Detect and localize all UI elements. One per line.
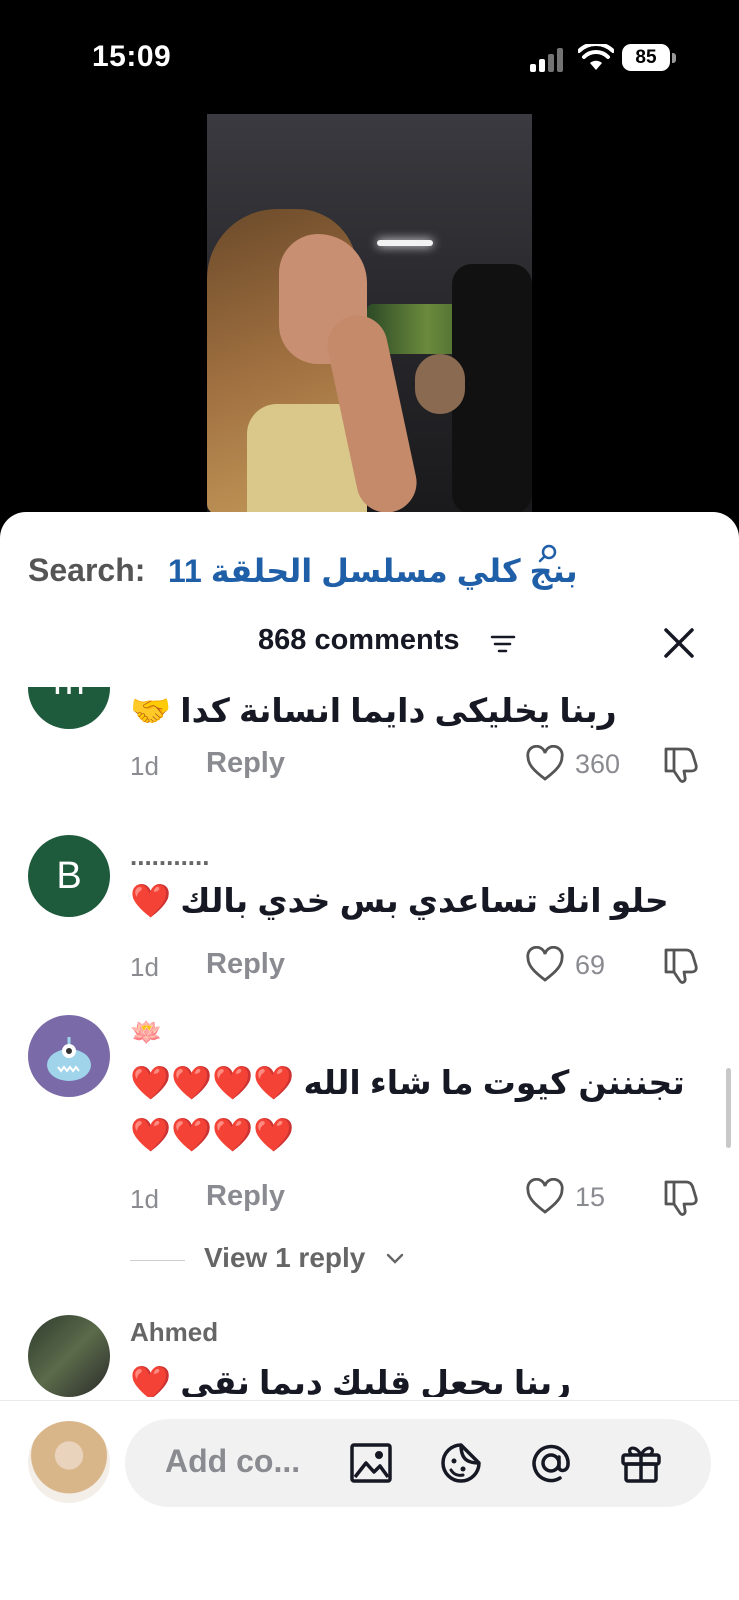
comment-meta: 1d Reply 15	[130, 1178, 710, 1220]
status-time: 15:09	[92, 40, 172, 73]
wifi-icon	[578, 44, 614, 70]
comment-input[interactable]: Add co...	[125, 1419, 711, 1507]
video-frame-light	[377, 240, 433, 246]
like-count: 69	[575, 950, 606, 980]
scrollbar[interactable]	[726, 1068, 731, 1148]
comment-composer: Add co...	[0, 1400, 739, 1600]
emoji-icon[interactable]	[437, 1439, 485, 1487]
close-icon[interactable]	[662, 626, 696, 660]
dislike-icon[interactable]	[660, 1174, 702, 1218]
avatar[interactable]: B	[28, 835, 110, 917]
search-icon	[538, 544, 557, 563]
current-user-avatar[interactable]	[28, 1421, 110, 1503]
gift-icon[interactable]	[617, 1439, 665, 1487]
view-replies-label: View 1 reply	[204, 1242, 366, 1273]
heart-icon[interactable]	[525, 745, 565, 783]
like-count: 360	[575, 749, 621, 779]
like-count: 15	[575, 1182, 606, 1212]
comment-text: تجنننن كيوت ما شاء الله ❤️❤️❤️❤️❤️❤️❤️❤️	[130, 1064, 685, 1153]
comment-meta: 1d Reply 69	[130, 946, 710, 988]
reply-button[interactable]: Reply	[206, 747, 285, 780]
monster-avatar-icon	[47, 1037, 91, 1081]
mention-icon[interactable]	[527, 1439, 575, 1487]
heart-icon[interactable]	[525, 946, 565, 984]
view-replies-button[interactable]: View 1 reply	[130, 1240, 430, 1280]
image-icon[interactable]	[347, 1439, 395, 1487]
dislike-icon[interactable]	[660, 741, 702, 785]
filter-icon[interactable]	[490, 634, 516, 654]
comment-time: 1d	[130, 1184, 159, 1214]
search-suggestion[interactable]: Search: بنج كلي مسلسل الحلقة 11	[28, 544, 718, 594]
comment-meta: 1d Reply 360	[130, 745, 710, 787]
comment-time: 1d	[130, 952, 159, 982]
comment-username[interactable]: Ahmed	[130, 1317, 218, 1348]
search-prefix: Search:	[28, 552, 146, 588]
divider	[130, 1260, 185, 1261]
comment-input-placeholder: Add co...	[165, 1443, 301, 1479]
comments-list[interactable]: m ربنا يخليكى دايما انسانة كدا 🤝 1d Repl…	[0, 687, 739, 1397]
heart-icon[interactable]	[525, 1178, 565, 1216]
battery-nub	[672, 53, 676, 63]
chevron-down-icon	[386, 1253, 404, 1264]
avatar[interactable]: m	[28, 687, 110, 729]
video-frame-child	[415, 354, 465, 414]
search-query[interactable]: بنج كلي مسلسل الحلقة 11	[168, 552, 578, 590]
battery-indicator: 85	[622, 44, 670, 71]
status-bar: 15:09 85	[0, 0, 739, 110]
dislike-icon[interactable]	[660, 942, 702, 986]
avatar[interactable]	[28, 1015, 110, 1097]
comment-text: حلو انك تساعدي بس خدي بالك ❤️	[130, 882, 669, 919]
comments-header: 868 comments	[0, 604, 739, 684]
comment-time: 1d	[130, 751, 159, 781]
comment-text: ربنا يجعل قلبك ديما نقى ❤️	[130, 1364, 572, 1397]
comment-username[interactable]: 🪷	[130, 1017, 162, 1048]
cellular-signal-icon	[530, 48, 564, 72]
comments-count: 868 comments	[258, 624, 460, 656]
comment-username[interactable]: ...........	[130, 841, 209, 872]
reply-button[interactable]: Reply	[206, 1180, 285, 1213]
avatar[interactable]	[28, 1315, 110, 1397]
reply-button[interactable]: Reply	[206, 948, 285, 981]
video-player[interactable]	[207, 114, 532, 514]
comments-sheet: Search: بنج كلي مسلسل الحلقة 11 868 comm…	[0, 512, 739, 1600]
comment-text: ربنا يخليكى دايما انسانة كدا 🤝	[130, 692, 617, 729]
